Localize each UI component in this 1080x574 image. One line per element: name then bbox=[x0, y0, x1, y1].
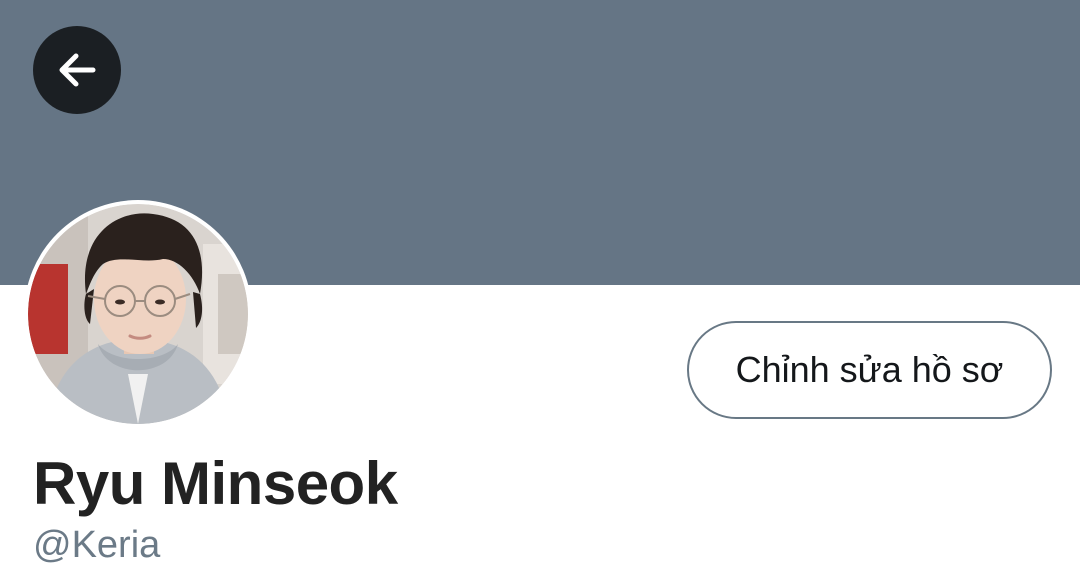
avatar-image bbox=[28, 204, 248, 424]
avatar[interactable] bbox=[24, 200, 252, 428]
arrow-left-icon bbox=[53, 46, 101, 94]
profile-page: Chỉnh sửa hồ sơ Ryu Minseok @Keria bbox=[0, 0, 1080, 574]
back-button[interactable] bbox=[33, 26, 121, 114]
user-handle: @Keria bbox=[33, 524, 161, 566]
edit-profile-button[interactable]: Chỉnh sửa hồ sơ bbox=[687, 321, 1052, 419]
display-name: Ryu Minseok bbox=[33, 450, 398, 517]
